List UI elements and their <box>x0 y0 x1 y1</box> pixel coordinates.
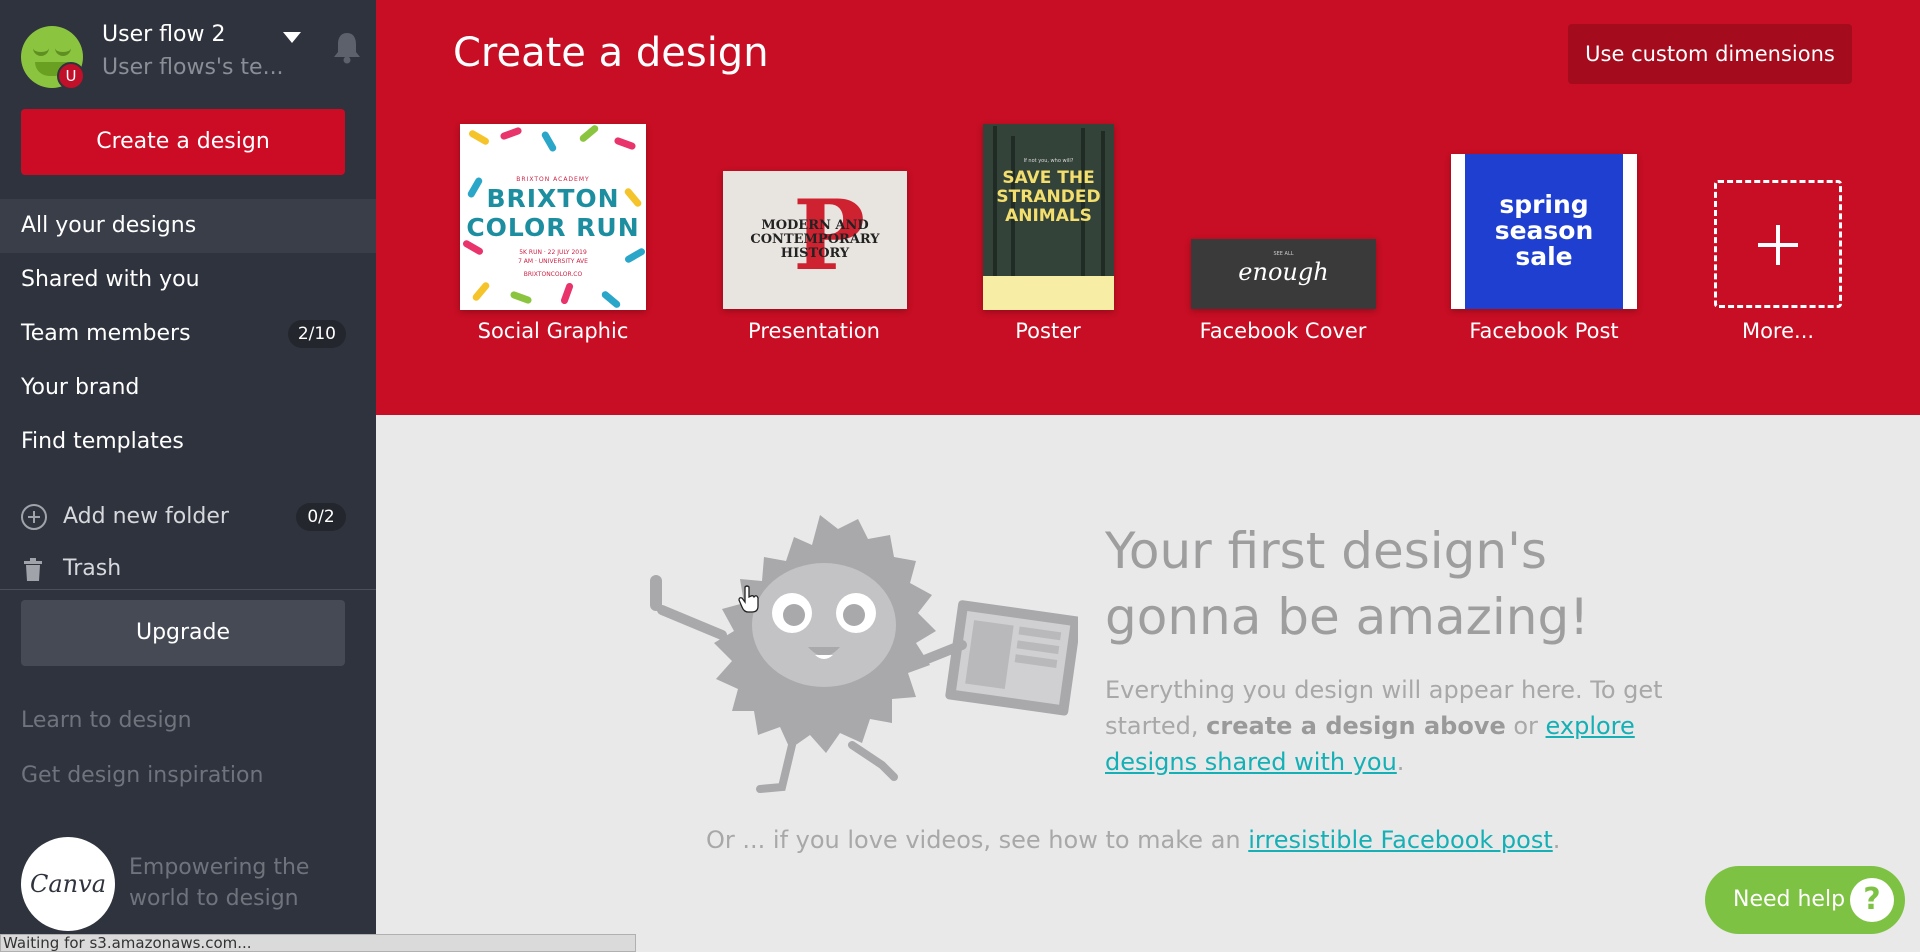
more-templates-plus-icon[interactable] <box>1714 180 1842 308</box>
confetti <box>509 290 533 305</box>
thumb-footer <box>983 276 1114 310</box>
sidebar-item-find-templates[interactable]: Find templates <box>0 415 376 469</box>
thumb-text: MODERN AND CONTEMPORARY HISTORY <box>723 219 907 261</box>
avatar-badge: U <box>57 62 85 90</box>
thumb-line: spring <box>1499 190 1589 219</box>
sidebar-item-label: Find templates <box>21 429 184 454</box>
sidebar-item-shared[interactable]: Shared with you <box>0 253 376 307</box>
thumb-line: season <box>1494 216 1594 245</box>
sidebar-divider <box>0 589 376 590</box>
sidebar-item-brand[interactable]: Your brand <box>0 361 376 415</box>
hand-cursor-icon <box>738 585 759 613</box>
poster-thumbnail[interactable]: If not you, who will? SAVE THE STRANDED … <box>983 124 1114 310</box>
confetti <box>559 281 575 306</box>
confetti <box>540 130 558 153</box>
empty-state-body: Everything you design will appear here. … <box>1105 672 1665 780</box>
team-count-badge: 2/10 <box>287 320 346 348</box>
need-help-label: Need help <box>1733 887 1846 912</box>
headline-line: Your first design's <box>1105 522 1547 580</box>
thumb-line: HISTORY <box>780 246 850 261</box>
confetti <box>499 126 523 141</box>
sidebar-item-label: Trash <box>63 556 122 581</box>
add-folder-button[interactable]: Add new folder 0/2 <box>0 490 376 544</box>
thumb-line: ANIMALS <box>1005 206 1092 226</box>
sidebar-item-label: Team members <box>21 321 191 346</box>
avatar-eye <box>55 48 71 56</box>
monster-illustration <box>650 515 1078 793</box>
design-inspiration-link[interactable]: Get design inspiration <box>21 763 263 788</box>
question-icon: ? <box>1850 878 1894 922</box>
add-folder-label: Add new folder <box>63 504 229 529</box>
body-bold: create a design above <box>1206 712 1506 740</box>
create-design-button[interactable]: Create a design <box>21 109 345 175</box>
template-label-facebook-cover[interactable]: Facebook Cover <box>1200 319 1367 343</box>
template-label-social-graphic[interactable]: Social Graphic <box>478 319 629 343</box>
confetti <box>613 136 637 151</box>
bell-icon[interactable] <box>331 30 363 64</box>
page-title: Create a design <box>453 30 769 76</box>
canva-logo[interactable]: Canva <box>21 837 115 931</box>
upgrade-button[interactable]: Upgrade <box>21 600 345 666</box>
confetti <box>600 289 622 310</box>
thumb-text: BRIXTON ACADEMY <box>516 176 590 183</box>
video-hint: Or ... if you love videos, see how to ma… <box>706 826 1560 854</box>
confetti <box>471 280 491 303</box>
learn-to-design-link[interactable]: Learn to design <box>21 708 192 733</box>
thumb-line: SAVE THE <box>1002 168 1095 188</box>
confetti <box>578 124 600 144</box>
sidebar-item-label: All your designs <box>21 213 197 238</box>
team-name[interactable]: User flows's te... <box>102 55 284 80</box>
video-text: . <box>1552 826 1561 854</box>
sidebar-item-label: Shared with you <box>21 267 200 292</box>
sidebar-item-team-members[interactable]: Team members 2/10 <box>0 307 376 361</box>
sidebar-item-trash[interactable]: Trash <box>0 542 376 596</box>
thumb-text: COLOR RUN <box>466 213 640 242</box>
thumb-line: MODERN AND <box>761 218 869 233</box>
thumb-text: enough <box>1238 258 1329 286</box>
add-circle-icon <box>21 504 47 530</box>
sidebar-item-all-designs[interactable]: All your designs <box>0 199 376 253</box>
template-label-poster[interactable]: Poster <box>1015 319 1081 343</box>
need-help-button[interactable]: Need help ? <box>1705 866 1905 934</box>
sidebar: U User flow 2 User flows's te... Create … <box>0 0 376 952</box>
thumb-text: SEE ALL <box>1273 251 1294 257</box>
custom-dimensions-button[interactable]: Use custom dimensions <box>1568 24 1852 84</box>
thumb-line: STRANDED <box>996 187 1101 207</box>
avatar-eye <box>33 48 49 56</box>
tagline: Empowering the world to design <box>129 852 309 914</box>
facebook-post-video-link[interactable]: irresistible Facebook post <box>1248 826 1553 854</box>
body-text: or <box>1505 712 1546 740</box>
thumb-line: CONTEMPORARY <box>750 232 880 247</box>
tagline-line: Empowering the <box>129 855 310 880</box>
thumb-text: BRIXTON <box>486 184 620 213</box>
template-label-presentation[interactable]: Presentation <box>748 319 880 343</box>
template-label-more[interactable]: More... <box>1742 319 1814 343</box>
video-text: Or ... if you love videos, see how to ma… <box>706 826 1249 854</box>
thumb-text: spring season sale <box>1465 192 1623 270</box>
user-name[interactable]: User flow 2 <box>102 22 225 47</box>
sidebar-item-label: Your brand <box>21 375 140 400</box>
social-graphic-thumbnail[interactable]: BRIXTON ACADEMY BRIXTON COLOR RUN 5K RUN… <box>460 124 646 310</box>
empty-state-headline: Your first design's gonna be amazing! <box>1105 518 1589 650</box>
headline-line: gonna be amazing! <box>1105 588 1590 646</box>
thumb-text: If not you, who will? <box>1023 158 1074 164</box>
thumb-text: BRIXTONCOLOR.CO <box>523 271 583 278</box>
chevron-down-icon[interactable] <box>283 32 301 43</box>
browser-status-bar: Waiting for s3.amazonaws.com... <box>0 934 636 952</box>
tagline-line: world to design <box>129 886 299 911</box>
thumb-text: SAVE THE STRANDED ANIMALS <box>983 169 1114 226</box>
template-label-facebook-post[interactable]: Facebook Post <box>1469 319 1618 343</box>
thumb-text: 5K RUN · 22 JULY 2019 <box>519 249 587 256</box>
body-text: . <box>1396 748 1405 776</box>
trash-icon <box>24 558 42 581</box>
thumb-line: sale <box>1515 242 1573 271</box>
facebook-post-thumbnail[interactable]: spring season sale <box>1451 154 1637 309</box>
presentation-thumbnail[interactable]: P MODERN AND CONTEMPORARY HISTORY <box>723 171 907 309</box>
thumb-text: 7 AM · UNIVERSITY AVE <box>518 258 588 265</box>
confetti <box>467 128 491 147</box>
facebook-cover-thumbnail[interactable]: SEE ALL enough <box>1191 239 1376 309</box>
folder-count-badge: 0/2 <box>296 503 346 531</box>
